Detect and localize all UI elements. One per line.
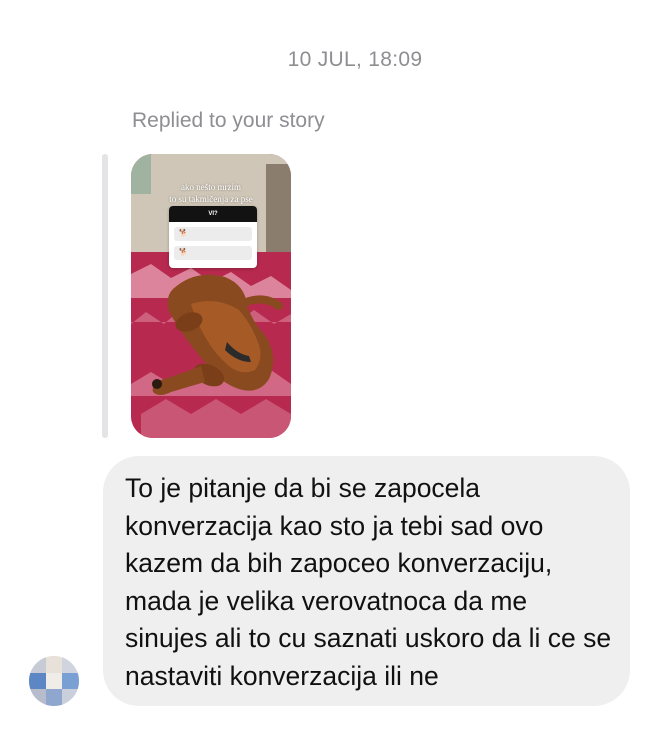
message-timestamp: 10 JUL, 18:09	[287, 48, 423, 71]
replied-to-story-label: Replied to your story	[132, 109, 325, 132]
message-bubble[interactable]: To je pitanje da bi se zapocela konverza…	[103, 456, 630, 706]
sender-avatar[interactable]	[29, 656, 79, 706]
story-caption-line-2: to su takmičenja za pse	[169, 194, 253, 204]
dog-emoji-icon: 🐕	[179, 230, 188, 237]
poll-option-1: 🐕	[174, 227, 252, 241]
story-thumbnail[interactable]: ako nešto mrzim to su takmičenja za pse …	[131, 154, 291, 438]
dog-emoji-icon: 🐕	[179, 249, 188, 256]
story-caption-line-1: ako nešto mrzim	[181, 182, 241, 192]
story-poll-sticker: VI? 🐕 🐕	[169, 206, 257, 268]
poll-question: VI?	[169, 206, 257, 222]
reply-indicator-bar	[102, 154, 108, 438]
blurred-avatar-icon	[29, 656, 79, 706]
message-text: To je pitanje da bi se zapocela konverza…	[125, 473, 612, 691]
poll-option-2: 🐕	[174, 246, 252, 260]
story-caption: ako nešto mrzim to su takmičenja za pse	[131, 181, 291, 205]
